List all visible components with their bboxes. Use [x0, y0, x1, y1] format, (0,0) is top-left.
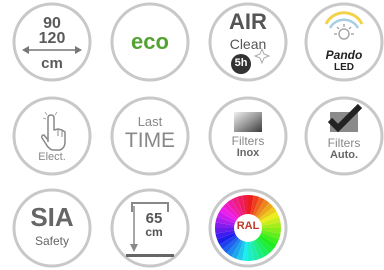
width-120-label: 120 [38, 30, 66, 47]
time-label: TIME [124, 129, 176, 152]
feature-badge-grid: 90 120 cm eco AIR Clean 5h Pando LED Ele… [0, 0, 384, 270]
touch-hand-icon [12, 96, 92, 176]
inox-label: Inox [236, 147, 260, 159]
air-subtitle: Clean [229, 36, 267, 52]
filters-inox-badge: Filters Inox [208, 96, 288, 176]
last-label: Last [137, 114, 163, 129]
eco-badge: eco [110, 2, 190, 82]
width-90-120-cm-badge: 90 120 cm [12, 2, 92, 82]
filters-label: Filters [327, 136, 361, 150]
elect-label: Elect. [38, 151, 66, 163]
led-label: LED [334, 62, 354, 73]
filters-auto-badge: Filters Auto. [304, 96, 384, 176]
filters-label: Filters [231, 134, 265, 148]
pando-led-badge: Pando LED [304, 2, 384, 82]
air-clean-badge: AIR Clean 5h [208, 2, 288, 82]
air-hours: 5h [234, 57, 248, 69]
sia-safety-badge: SIA Safety [12, 188, 92, 268]
eco-label: eco [131, 29, 169, 54]
ral-color-badge: RAL [208, 188, 288, 268]
electronic-control-badge: Elect. [12, 96, 92, 176]
width-unit-label: cm [41, 55, 63, 72]
height-65-cm-badge: 65 cm [110, 188, 190, 268]
last-time-badge: Last TIME [110, 96, 190, 176]
pando-brand: Pando [325, 48, 363, 62]
air-title: AIR [229, 9, 267, 34]
auto-label: Auto. [329, 149, 359, 161]
height-unit: cm [145, 225, 163, 239]
ral-label: RAL [236, 220, 260, 232]
safety-subtitle: Safety [34, 234, 70, 248]
sia-title: SIA [30, 202, 74, 232]
